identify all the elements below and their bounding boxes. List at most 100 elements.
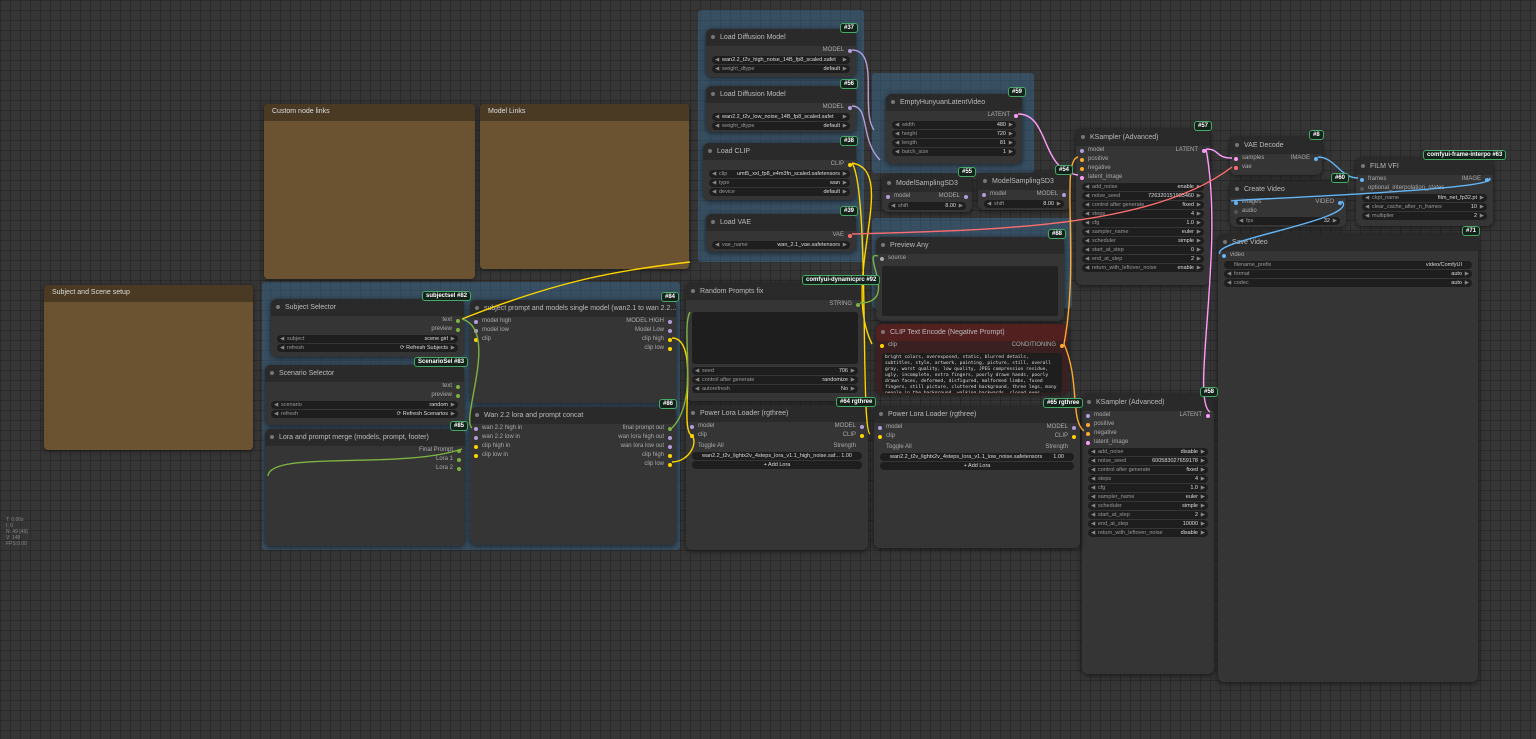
clip-text-encode-negative-node[interactable]: CLIP Text Encode (Negative Prompt) clip C… (876, 324, 1068, 394)
final-prompt-output-socket[interactable] (668, 426, 672, 431)
arrow-right-icon[interactable]: ▶ (843, 56, 847, 64)
lora1-output-socket[interactable] (457, 457, 461, 462)
node-title[interactable]: Load VAE (706, 214, 856, 231)
seed-widget[interactable]: ◀ seed 706 ▶ (692, 367, 858, 375)
node-title[interactable]: Create Video (1230, 181, 1346, 198)
arrow-right-icon[interactable]: ▶ (1009, 130, 1013, 138)
add-lora-button[interactable]: + Add Lora (692, 461, 862, 469)
lora-high-output-socket[interactable] (668, 435, 672, 440)
node-title[interactable]: Power Lora Loader (rgthree) (686, 405, 868, 422)
toggle-all-toggle[interactable]: Toggle All (698, 442, 724, 451)
type-widget[interactable]: ◀ type wan ▶ (709, 179, 850, 187)
arrow-left-icon[interactable]: ◀ (895, 148, 899, 156)
arrow-right-icon[interactable]: ▶ (1009, 148, 1013, 156)
lora2-output-socket[interactable] (457, 466, 461, 471)
empty-hunyuan-latent-video-node[interactable]: EmptyHunyuanLatentVideo LATENT ◀ width 480… (886, 94, 1022, 164)
positive-input-socket[interactable] (1086, 422, 1090, 427)
clear-cache-widget[interactable]: ◀ clear_cache_after_n_frames 10 ▶ (1362, 203, 1487, 211)
model-output-socket[interactable] (1072, 425, 1076, 430)
source-input-socket[interactable] (880, 256, 884, 261)
clip-input-socket[interactable] (690, 433, 694, 438)
arrow-left-icon[interactable]: ◀ (987, 200, 991, 208)
clip-input-socket[interactable] (878, 434, 882, 439)
latent-output-socket[interactable] (1014, 113, 1018, 118)
arrow-left-icon[interactable]: ◀ (715, 122, 719, 130)
node-title[interactable]: subject prompt and models single model (… (470, 300, 676, 317)
toggle-all-toggle[interactable]: Toggle All (886, 443, 912, 452)
autorefresh-widget[interactable]: ◀ autorefresh No ▶ (692, 385, 858, 393)
node-title[interactable]: Load Diffusion Model (706, 86, 856, 103)
model-output-socket[interactable] (848, 105, 852, 110)
weight-dtype-widget[interactable]: ◀ weight_dtype default ▶ (712, 65, 850, 73)
end-at-step-widget[interactable]: ◀ end_at_step 2 ▶ (1082, 255, 1204, 263)
model-input-socket[interactable] (886, 194, 890, 199)
positive-input-socket[interactable] (1080, 157, 1084, 162)
clip-output-socket[interactable] (860, 433, 864, 438)
node-title[interactable]: CLIP Text Encode (Negative Prompt) (876, 324, 1068, 341)
cfg-widget[interactable]: ◀ cfg 1.0 ▶ (1088, 484, 1208, 492)
arrow-right-icon[interactable]: ▶ (843, 241, 847, 249)
model-low-output-socket[interactable] (668, 328, 672, 333)
add-lora-button[interactable]: + Add Lora (880, 462, 1074, 470)
add-noise-widget[interactable]: ◀ add_noise disable ▶ (1088, 448, 1208, 456)
model-sampling-sd3-node-2[interactable]: ModelSamplingSD3 model MODEL ◀ shift 8.00 ▶ (978, 173, 1070, 210)
arrow-left-icon[interactable]: ◀ (715, 113, 719, 121)
subject-selector-node[interactable]: Subject Selector text preview ◀ subject sc… (271, 299, 464, 357)
scheduler-widget[interactable]: ◀ scheduler simple ▶ (1082, 237, 1204, 245)
random-prompts-node[interactable]: Random Prompts fix STRING ◀ seed 706 ▶ ◀ con… (686, 283, 864, 401)
text-output-socket[interactable] (456, 318, 460, 323)
load-clip-node[interactable]: Load CLIP CLIP ◀ clip umt5_xxl_fp8_e4m3fn_… (703, 143, 856, 200)
note-model-links[interactable]: Model Links (480, 104, 689, 269)
save-video-node[interactable]: Save Video video filename_prefix video/Co… (1218, 234, 1478, 682)
arrow-right-icon[interactable]: ▶ (843, 122, 847, 130)
model-low-input-socket[interactable] (474, 328, 478, 333)
sampler-name-widget[interactable]: ◀ sampler_name euler ▶ (1088, 493, 1208, 501)
arrow-right-icon[interactable]: ▶ (1057, 200, 1061, 208)
node-title[interactable]: ModelSamplingSD3 (882, 175, 972, 192)
model-output-socket[interactable] (1062, 192, 1066, 197)
arrow-right-icon[interactable]: ▶ (843, 188, 847, 196)
preview-output-socket[interactable] (456, 393, 460, 398)
vae-input-socket[interactable] (1234, 165, 1238, 170)
node-title[interactable]: Random Prompts fix (686, 283, 864, 300)
vae-decode-node[interactable]: VAE Decode samples IMAGE vae (1230, 137, 1322, 175)
string-output-socket[interactable] (856, 302, 860, 307)
arrow-right-icon[interactable]: ▶ (843, 65, 847, 73)
power-lora-loader-low-node[interactable]: Power Lora Loader (rgthree) model MODEL c… (874, 406, 1080, 548)
model-input-socket[interactable] (1080, 148, 1084, 153)
model-sampling-sd3-node-1[interactable]: ModelSamplingSD3 model MODEL ◀ shift 8.00 ▶ (882, 175, 972, 212)
scenario-selector-node[interactable]: Scenario Selector text preview ◀ scenario… (265, 365, 464, 425)
node-title[interactable]: FILM VFI (1356, 158, 1493, 175)
video-output-socket[interactable] (1338, 200, 1342, 205)
model-high-output-socket[interactable] (668, 319, 672, 324)
lora-prompt-merge-node[interactable]: Lora and prompt merge (models, prompt, f… (265, 429, 465, 546)
latent-output-socket[interactable] (1206, 413, 1210, 418)
return-leftover-noise-widget[interactable]: ◀ return_with_leftover_noise enable ▶ (1082, 264, 1204, 272)
arrow-left-icon[interactable]: ◀ (715, 56, 719, 64)
arrow-left-icon[interactable]: ◀ (715, 65, 719, 73)
node-title[interactable]: Save Video (1218, 234, 1478, 251)
length-widget[interactable]: ◀ length 81 ▶ (892, 139, 1016, 147)
noise-seed-widget[interactable]: ◀ noise_seed 600583027659178 ▶ (1088, 457, 1208, 465)
model-input-socket[interactable] (878, 425, 882, 430)
wan-lora-prompt-concat-node[interactable]: Wan 2.2 lora and prompt concat wan 2.2 h… (470, 407, 676, 545)
arrow-right-icon[interactable]: ▶ (959, 202, 963, 210)
end-at-step-widget[interactable]: ◀ end_at_step 10000 ▶ (1088, 520, 1208, 528)
start-at-step-widget[interactable]: ◀ start_at_step 0 ▶ (1082, 246, 1204, 254)
latent-input-socket[interactable] (1080, 175, 1084, 180)
node-title[interactable]: KSampler (Advanced) (1076, 129, 1210, 146)
control-after-generate-widget[interactable]: ◀ control after generate fixed ▶ (1088, 466, 1208, 474)
final-prompt-output-socket[interactable] (457, 448, 461, 453)
model-input-socket[interactable] (690, 424, 694, 429)
interpolation-states-socket[interactable] (1360, 186, 1364, 191)
latent-input-socket[interactable] (1086, 440, 1090, 445)
shift-widget[interactable]: ◀ shift 8.00 ▶ (888, 202, 966, 210)
subject-widget[interactable]: ◀ subject scene girl ▶ (277, 335, 458, 343)
scheduler-widget[interactable]: ◀ scheduler simple ▶ (1088, 502, 1208, 510)
samples-input-socket[interactable] (1234, 156, 1238, 161)
text-output-socket[interactable] (456, 384, 460, 389)
node-title[interactable]: Power Lora Loader (rgthree) (874, 406, 1080, 423)
multiplier-widget[interactable]: ◀ multiplier 2 ▶ (1362, 212, 1487, 220)
width-widget[interactable]: ◀ width 480 ▶ (892, 121, 1016, 129)
batch-size-widget[interactable]: ◀ batch_size 1 ▶ (892, 148, 1016, 156)
